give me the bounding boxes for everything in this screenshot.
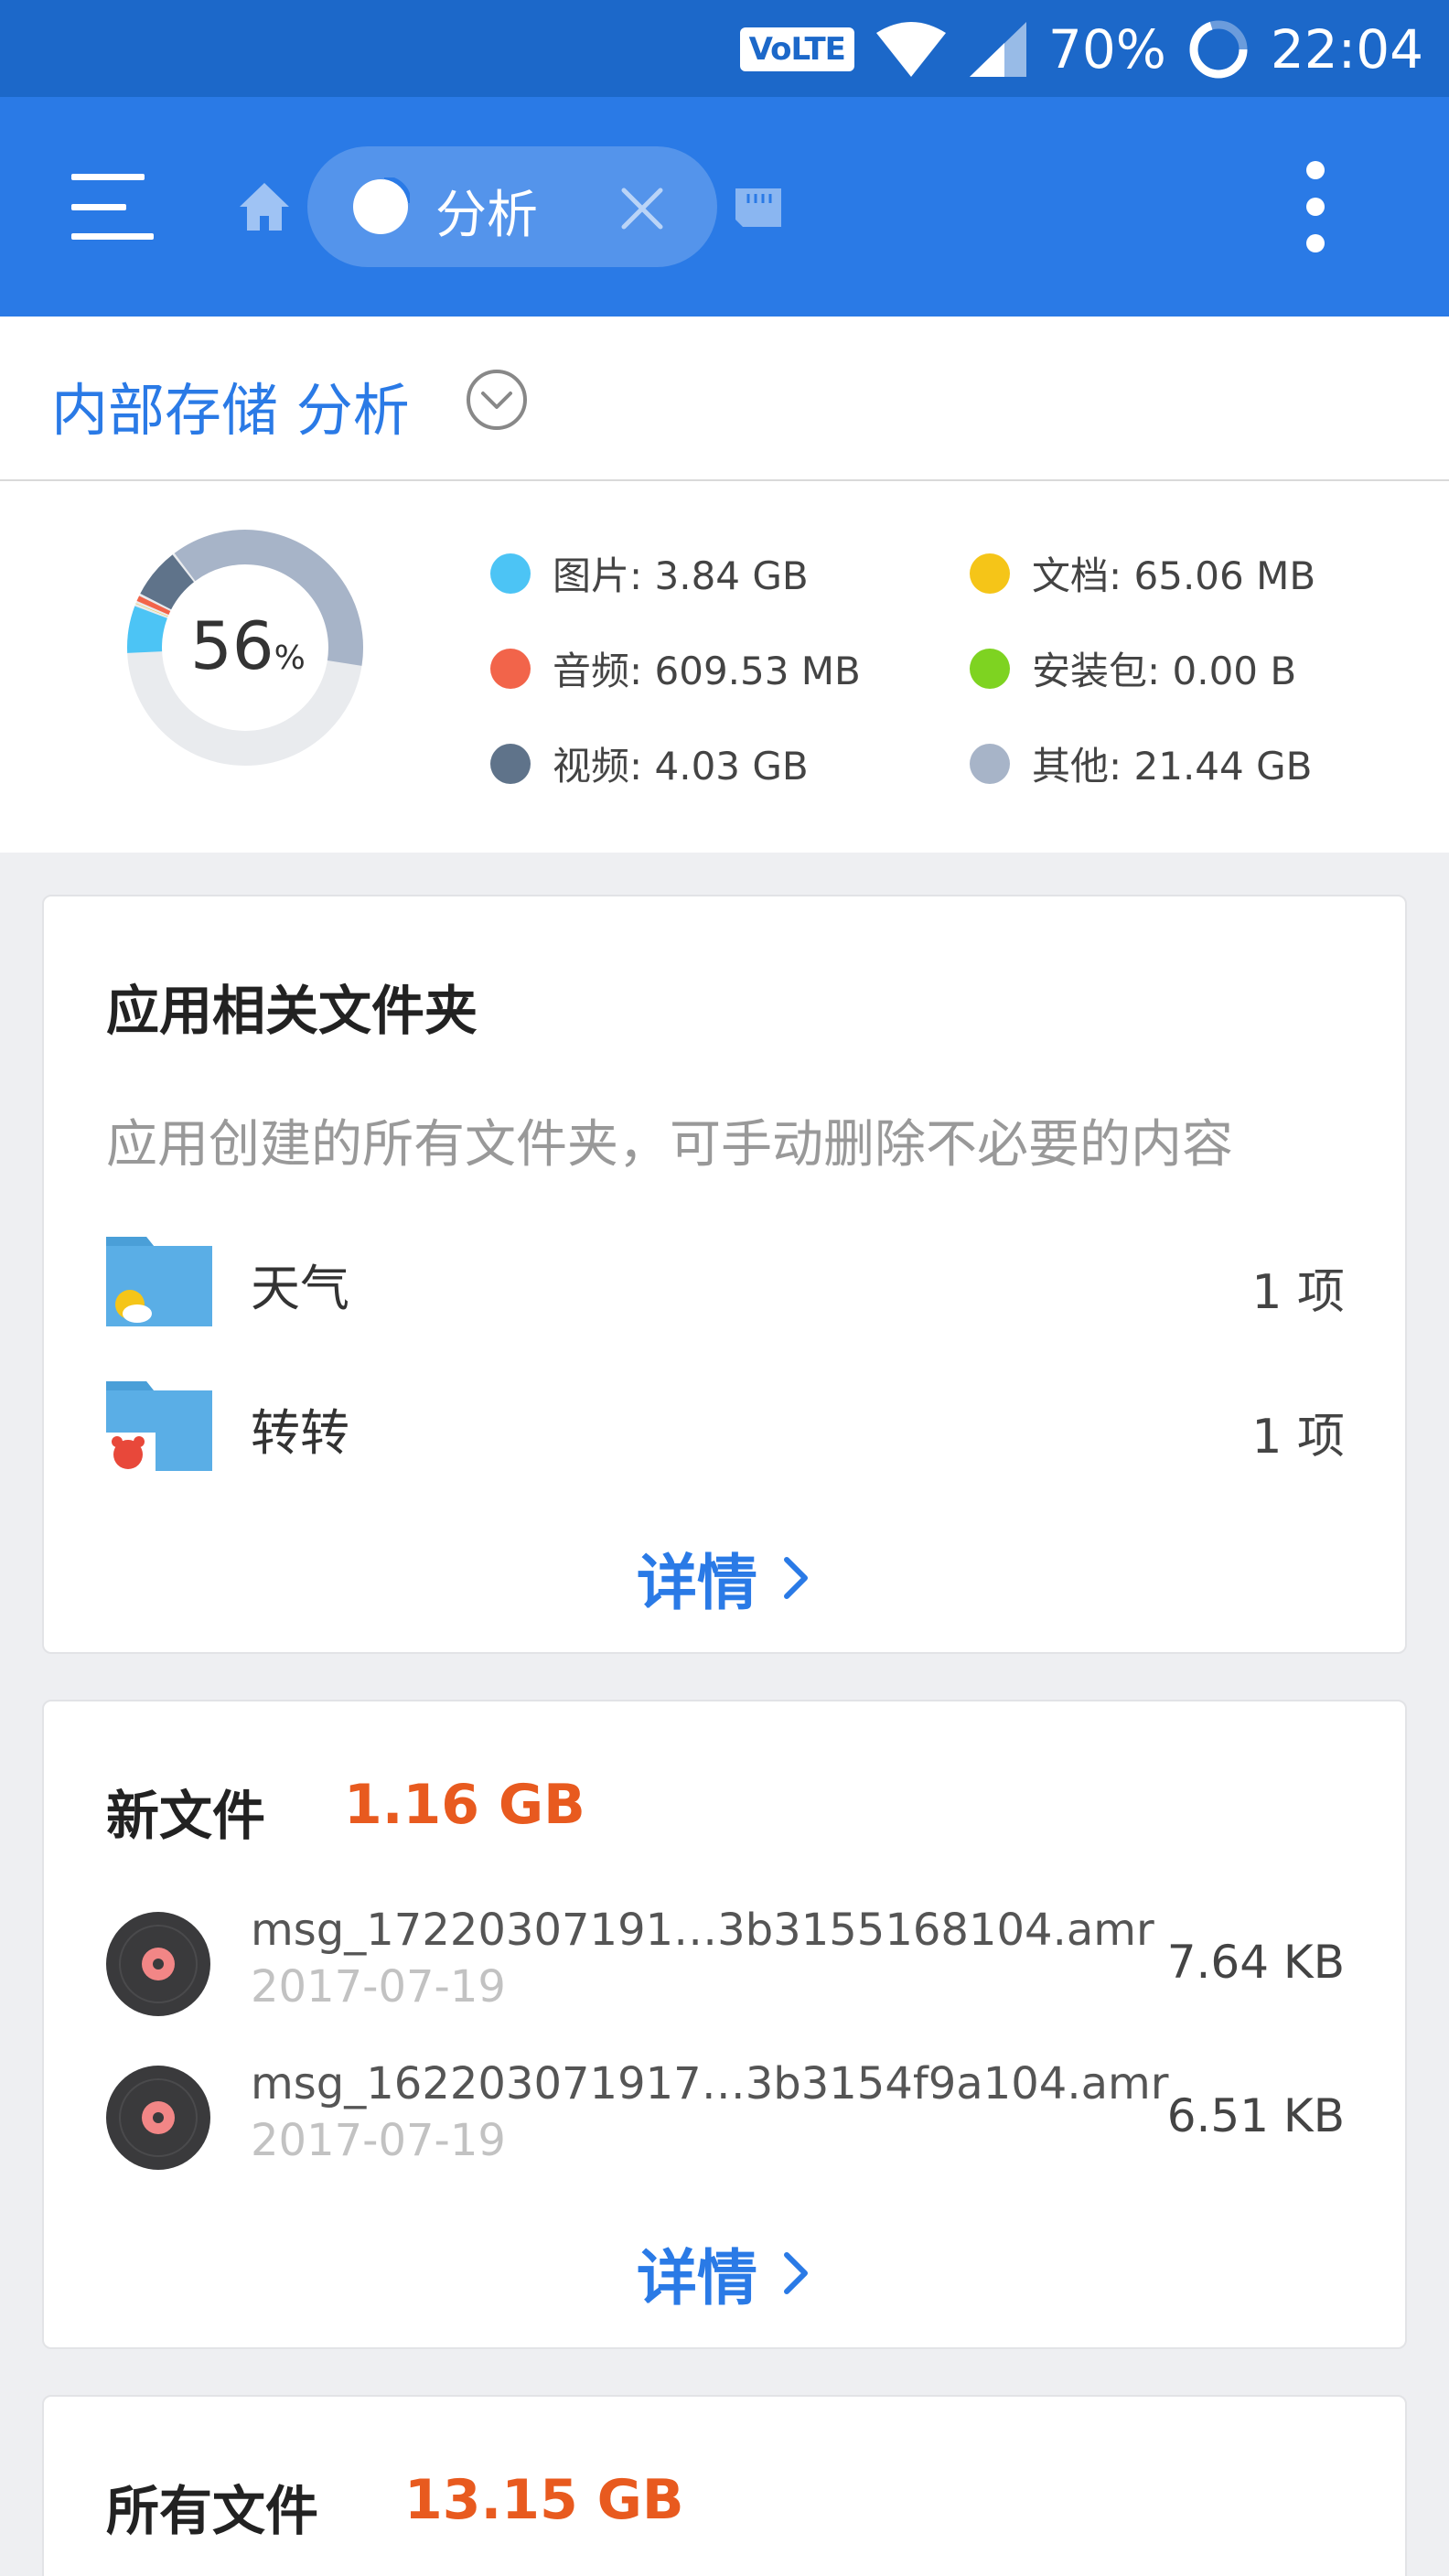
- home-icon[interactable]: [236, 179, 293, 234]
- tab-analysis[interactable]: 分析: [307, 146, 717, 267]
- legend-dot: [970, 743, 1010, 784]
- folder-count: 1 项: [1251, 1410, 1345, 1465]
- folder-count: 1 项: [1251, 1265, 1345, 1320]
- used-percent: 56%: [190, 607, 306, 684]
- pie-chart-icon: [353, 177, 410, 234]
- details-label: 详情: [637, 1548, 757, 1618]
- weather-folder-icon: [106, 1237, 212, 1326]
- wifi-icon: [875, 22, 946, 77]
- new-files-card: 新文件 1.16 GB msg_17220307191…3b3155168104…: [42, 1700, 1407, 2349]
- chevron-right-icon: [784, 1557, 808, 1599]
- more-options-icon[interactable]: [1290, 161, 1341, 252]
- app-bar: 分析: [0, 97, 1449, 317]
- chevron-down-icon[interactable]: [465, 368, 529, 432]
- audio-disc-icon: [106, 2066, 210, 2170]
- close-tab-icon[interactable]: [618, 185, 666, 232]
- card-size: 1.16 GB: [344, 1773, 585, 1837]
- file-name: msg_162203071917…3b3154f9a104.amr: [251, 2058, 1169, 2109]
- cell-signal-icon: [969, 22, 1026, 77]
- legend-dot: [490, 648, 531, 689]
- file-date: 2017-07-19: [251, 1961, 506, 2012]
- details-link[interactable]: 详情: [44, 2232, 1405, 2314]
- legend-apk: 安装包: 0.00 B: [970, 640, 1296, 696]
- status-bar: VoLTE 70% 22:04: [0, 0, 1449, 97]
- battery-ring-icon: [1189, 20, 1248, 79]
- file-date: 2017-07-19: [251, 2115, 506, 2166]
- zhuanzhuan-folder-icon: [104, 1381, 212, 1473]
- list-item[interactable]: 转转 1 项: [44, 1378, 1405, 1478]
- chevron-right-icon: [784, 2252, 808, 2294]
- card-title: 新文件: [106, 1785, 266, 1847]
- sd-card-icon[interactable]: [732, 187, 785, 229]
- list-item[interactable]: msg_162203071917…3b3154f9a104.amr 2017-0…: [44, 2058, 1405, 2177]
- battery-percent: 70%: [1047, 18, 1166, 80]
- legend-dot: [970, 553, 1010, 594]
- legend-dot: [490, 553, 531, 594]
- file-size: 6.51 KB: [1166, 2089, 1345, 2142]
- legend-audio: 音频: 609.53 MB: [490, 640, 861, 696]
- legend-images: 图片: 3.84 GB: [490, 545, 809, 601]
- legend-documents: 文档: 65.06 MB: [970, 545, 1315, 601]
- card-title: 应用相关文件夹: [106, 980, 478, 1042]
- storage-summary: 56% 图片: 3.84 GB 文档: 65.06 MB 音频: 609.53 …: [0, 481, 1449, 853]
- details-label: 详情: [637, 2243, 757, 2313]
- tab-label: 分析: [435, 186, 538, 245]
- audio-disc-icon: [106, 1912, 210, 2016]
- legend-video: 视频: 4.03 GB: [490, 735, 809, 791]
- all-files-card[interactable]: 所有文件 13.15 GB: [42, 2395, 1407, 2576]
- storage-header: 内部存储 分析: [0, 317, 1449, 481]
- card-title: 所有文件: [106, 2480, 319, 2542]
- details-link[interactable]: 详情: [44, 1537, 1405, 1619]
- legend-dot: [970, 648, 1010, 689]
- volte-badge: VoLTE: [739, 27, 854, 71]
- card-size: 13.15 GB: [404, 2468, 684, 2532]
- list-item[interactable]: 天气 1 项: [44, 1233, 1405, 1334]
- storage-title[interactable]: 内部存储 分析: [51, 364, 410, 446]
- legend-dot: [490, 743, 531, 784]
- clock: 22:04: [1270, 18, 1423, 80]
- card-description: 应用创建的所有文件夹，可手动删除不必要的内容: [106, 1115, 1233, 1175]
- file-size: 7.64 KB: [1166, 1936, 1345, 1989]
- menu-icon[interactable]: [71, 170, 154, 243]
- file-name: msg_17220307191…3b3155168104.amr: [251, 1905, 1154, 1956]
- folder-name: 天气: [251, 1260, 349, 1317]
- app-folders-card: 应用相关文件夹 应用创建的所有文件夹，可手动删除不必要的内容 天气 1 项 转转…: [42, 895, 1407, 1654]
- legend-other: 其他: 21.44 GB: [970, 735, 1312, 791]
- folder-name: 转转: [251, 1404, 349, 1462]
- list-item[interactable]: msg_17220307191…3b3155168104.amr 2017-07…: [44, 1905, 1405, 2023]
